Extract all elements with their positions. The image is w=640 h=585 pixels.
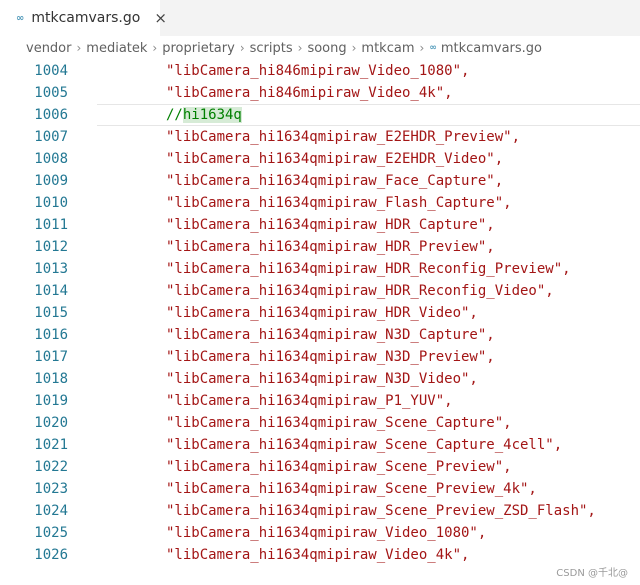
code-string: "libCamera_hi1634qmipiraw_P1_YUV", [166, 393, 453, 409]
code-line[interactable]: 1015 "libCamera_hi1634qmipiraw_HDR_Video"… [0, 302, 640, 324]
code-line[interactable]: 1016 "libCamera_hi1634qmipiraw_N3D_Captur… [0, 324, 640, 346]
code-comment: //hi1634q [166, 107, 242, 123]
code-string: "libCamera_hi1634qmipiraw_Face_Capture", [166, 173, 504, 189]
chevron-right-icon: › [419, 41, 425, 55]
chevron-right-icon: › [239, 41, 245, 55]
code-line[interactable]: 1017 "libCamera_hi1634qmipiraw_N3D_Previe… [0, 346, 640, 368]
line-number: 1023 [34, 481, 68, 497]
code-line[interactable]: 1010 "libCamera_hi1634qmipiraw_Flash_Capt… [0, 192, 640, 214]
code-string: "libCamera_hi1634qmipiraw_Scene_Preview_… [166, 503, 596, 519]
tab-mtkcamvars[interactable]: ∞ mtkcamvars.go × [0, 0, 167, 36]
go-file-icon: ∞ [16, 12, 24, 24]
line-number: 1015 [34, 305, 68, 321]
line-number: 1021 [34, 437, 68, 453]
breadcrumb-item-soong[interactable]: soong [307, 41, 346, 56]
code-line[interactable]: 1020 "libCamera_hi1634qmipiraw_Scene_Capt… [0, 412, 640, 434]
breadcrumb-item-vendor[interactable]: vendor [26, 41, 71, 56]
code-line[interactable]: 1006 //hi1634q [0, 104, 640, 126]
line-number: 1005 [34, 85, 68, 101]
code-string: "libCamera_hi846mipiraw_Video_1080", [166, 63, 470, 79]
code-line[interactable]: 1012 "libCamera_hi1634qmipiraw_HDR_Previe… [0, 236, 640, 258]
close-icon[interactable]: × [154, 10, 167, 26]
code-string: "libCamera_hi1634qmipiraw_N3D_Preview", [166, 349, 495, 365]
code-string: "libCamera_hi1634qmipiraw_E2EHDR_Video", [166, 151, 504, 167]
line-number: 1010 [34, 195, 68, 211]
code-line[interactable]: 1022 "libCamera_hi1634qmipiraw_Scene_Prev… [0, 456, 640, 478]
code-string: "libCamera_hi1634qmipiraw_Scene_Capture"… [166, 415, 512, 431]
line-number: 1020 [34, 415, 68, 431]
breadcrumb: vendor › mediatek › proprietary › script… [0, 36, 640, 60]
line-number: 1012 [34, 239, 68, 255]
line-number: 1022 [34, 459, 68, 475]
code-string: "libCamera_hi1634qmipiraw_HDR_Reconfig_P… [166, 261, 571, 277]
line-number: 1016 [34, 327, 68, 343]
code-line[interactable]: 1008 "libCamera_hi1634qmipiraw_E2EHDR_Vid… [0, 148, 640, 170]
chevron-right-icon: › [76, 41, 82, 55]
code-line[interactable]: 1014 "libCamera_hi1634qmipiraw_HDR_Reconf… [0, 280, 640, 302]
line-number: 1013 [34, 261, 68, 277]
code-string: "libCamera_hi1634qmipiraw_HDR_Capture", [166, 217, 495, 233]
code-string: "libCamera_hi1634qmipiraw_N3D_Video", [166, 371, 478, 387]
code-line[interactable]: 1009 "libCamera_hi1634qmipiraw_Face_Captu… [0, 170, 640, 192]
code-line[interactable]: 1011 "libCamera_hi1634qmipiraw_HDR_Captur… [0, 214, 640, 236]
code-line[interactable]: 1004 "libCamera_hi846mipiraw_Video_1080", [0, 60, 640, 82]
code-line[interactable]: 1019 "libCamera_hi1634qmipiraw_P1_YUV", [0, 390, 640, 412]
code-string: "libCamera_hi1634qmipiraw_HDR_Preview", [166, 239, 495, 255]
line-number: 1006 [34, 107, 68, 123]
line-number: 1024 [34, 503, 68, 519]
code-string: "libCamera_hi1634qmipiraw_Scene_Preview"… [166, 459, 512, 475]
tab-title: mtkcamvars.go [31, 10, 141, 26]
code-string: "libCamera_hi1634qmipiraw_N3D_Capture", [166, 327, 495, 343]
code-string: "libCamera_hi1634qmipiraw_Scene_Capture_… [166, 437, 563, 453]
line-number: 1019 [34, 393, 68, 409]
code-line[interactable]: 1013 "libCamera_hi1634qmipiraw_HDR_Reconf… [0, 258, 640, 280]
line-number: 1009 [34, 173, 68, 189]
breadcrumb-item-scripts[interactable]: scripts [250, 41, 293, 56]
code-line[interactable]: 1025 "libCamera_hi1634qmipiraw_Video_1080… [0, 522, 640, 544]
code-string: "libCamera_hi1634qmipiraw_Scene_Preview_… [166, 481, 537, 497]
code-editor[interactable]: 1004 "libCamera_hi846mipiraw_Video_1080",… [0, 60, 640, 585]
line-number: 1025 [34, 525, 68, 541]
chevron-right-icon: › [297, 41, 303, 55]
code-string: "libCamera_hi1634qmipiraw_Video_4k", [166, 547, 470, 563]
code-string: "libCamera_hi846mipiraw_Video_4k", [166, 85, 453, 101]
code-string: "libCamera_hi1634qmipiraw_E2EHDR_Preview… [166, 129, 521, 145]
code-string: "libCamera_hi1634qmipiraw_HDR_Reconfig_V… [166, 283, 554, 299]
code-line[interactable]: 1026 "libCamera_hi1634qmipiraw_Video_4k", [0, 544, 640, 566]
go-file-icon: ∞ [429, 43, 436, 53]
line-number: 1026 [34, 547, 68, 563]
breadcrumb-item-proprietary[interactable]: proprietary [162, 41, 235, 56]
chevron-right-icon: › [152, 41, 158, 55]
code-string: "libCamera_hi1634qmipiraw_Video_1080", [166, 525, 487, 541]
breadcrumb-item-file[interactable]: mtkcamvars.go [441, 41, 542, 56]
breadcrumb-item-mediatek[interactable]: mediatek [86, 41, 147, 56]
line-number: 1018 [34, 371, 68, 387]
line-number: 1004 [34, 63, 68, 79]
code-line[interactable]: 1018 "libCamera_hi1634qmipiraw_N3D_Video"… [0, 368, 640, 390]
code-string: "libCamera_hi1634qmipiraw_HDR_Video", [166, 305, 478, 321]
code-line[interactable]: 1021 "libCamera_hi1634qmipiraw_Scene_Capt… [0, 434, 640, 456]
line-number: 1008 [34, 151, 68, 167]
code-string: "libCamera_hi1634qmipiraw_Flash_Capture"… [166, 195, 512, 211]
line-number: 1014 [34, 283, 68, 299]
code-line[interactable]: 1005 "libCamera_hi846mipiraw_Video_4k", [0, 82, 640, 104]
watermark: CSDN @千北@ [556, 568, 628, 579]
tab-bar: ∞ mtkcamvars.go × [0, 0, 640, 36]
chevron-right-icon: › [351, 41, 357, 55]
breadcrumb-item-mtkcam[interactable]: mtkcam [361, 41, 414, 56]
line-number: 1007 [34, 129, 68, 145]
line-number: 1017 [34, 349, 68, 365]
line-number: 1011 [34, 217, 68, 233]
selection-highlight: hi1634q [182, 107, 242, 123]
code-line[interactable]: 1024 "libCamera_hi1634qmipiraw_Scene_Prev… [0, 500, 640, 522]
code-line[interactable]: 1007 "libCamera_hi1634qmipiraw_E2EHDR_Pre… [0, 126, 640, 148]
code-line[interactable]: 1023 "libCamera_hi1634qmipiraw_Scene_Prev… [0, 478, 640, 500]
